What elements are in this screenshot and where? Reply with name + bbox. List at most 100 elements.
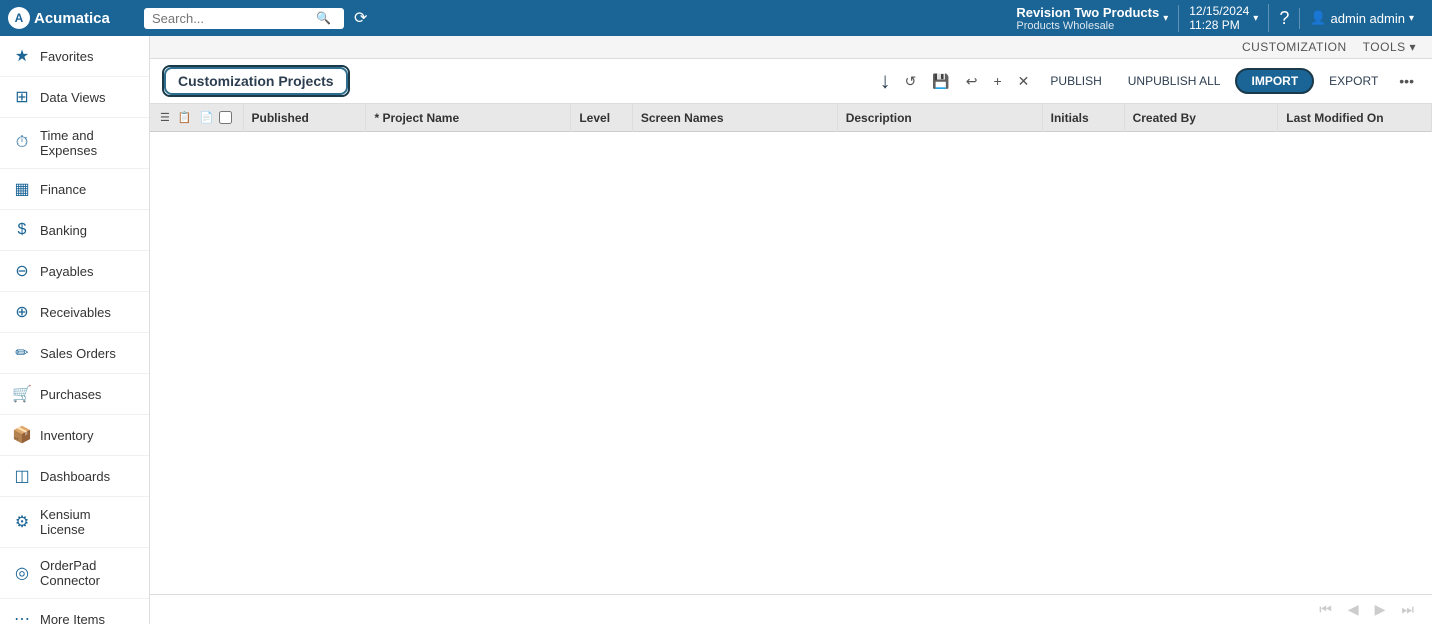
prev-page-button[interactable]: ◀ bbox=[1342, 599, 1365, 620]
unpublish-all-button[interactable]: UNPUBLISH ALL bbox=[1117, 69, 1232, 93]
refresh-button[interactable]: ↺ bbox=[899, 69, 923, 94]
customization-link[interactable]: CUSTOMIZATION bbox=[1242, 40, 1347, 54]
sidebar-label-kensium: Kensium License bbox=[40, 507, 137, 537]
import-indicator: ↓ bbox=[880, 68, 891, 94]
th-select-all-checkbox[interactable] bbox=[219, 111, 232, 124]
sidebar-label-payables: Payables bbox=[40, 264, 93, 279]
user-label: admin admin bbox=[1331, 11, 1405, 26]
th-note-icon[interactable]: 📋 bbox=[176, 110, 194, 125]
delete-button[interactable]: ✕ bbox=[1012, 69, 1036, 94]
sidebar-item-orderpad[interactable]: ◎ OrderPad Connector bbox=[0, 548, 149, 599]
sidebar-label-purchases: Purchases bbox=[40, 387, 101, 402]
search-bar[interactable]: 🔍 bbox=[144, 8, 344, 29]
import-button-wrapper: IMPORT bbox=[1235, 68, 1314, 94]
sidebar-item-inventory[interactable]: 📦 Inventory bbox=[0, 415, 149, 456]
th-project-name-label: * Project Name bbox=[374, 111, 459, 125]
sidebar-item-sales-orders[interactable]: ✏ Sales Orders bbox=[0, 333, 149, 374]
data-views-icon: ⊞ bbox=[12, 87, 32, 107]
page-toolbar: Customization Projects ↓ ↺ 💾 ↩ + ✕ PUBLI… bbox=[150, 59, 1432, 104]
search-input[interactable] bbox=[152, 11, 312, 26]
add-button[interactable]: + bbox=[987, 69, 1007, 93]
more-button[interactable]: ••• bbox=[1393, 69, 1420, 93]
company-selector[interactable]: Revision Two Products Products Wholesale… bbox=[1006, 5, 1179, 32]
th-project-name: * Project Name bbox=[366, 104, 571, 132]
sidebar-item-banking[interactable]: $ Banking bbox=[0, 210, 149, 251]
arrow-down-icon: ↓ bbox=[880, 68, 891, 94]
th-created-by-label: Created By bbox=[1133, 111, 1196, 125]
th-initials: Initials bbox=[1042, 104, 1124, 132]
th-screen-names-label: Screen Names bbox=[641, 111, 724, 125]
next-page-button[interactable]: ▶ bbox=[1369, 599, 1392, 620]
th-published: Published bbox=[243, 104, 366, 132]
sidebar-item-favorites[interactable]: ★ Favorites bbox=[0, 36, 149, 77]
dashboards-icon: ◫ bbox=[12, 466, 32, 486]
th-last-modified: Last Modified On bbox=[1278, 104, 1432, 132]
time-expenses-icon: ⏱ bbox=[12, 133, 32, 153]
sidebar-item-more-items[interactable]: ⋯ More Items bbox=[0, 599, 149, 624]
sidebar-item-kensium[interactable]: ⚙ Kensium License bbox=[0, 497, 149, 548]
sales-orders-icon: ✏ bbox=[12, 343, 32, 363]
help-button[interactable]: ? bbox=[1269, 8, 1300, 29]
sidebar-label-time-expenses: Time and Expenses bbox=[40, 128, 137, 158]
import-label: IMPORT bbox=[1251, 74, 1298, 88]
sidebar-item-data-views[interactable]: ⊞ Data Views bbox=[0, 77, 149, 118]
datetime-chevron-icon: ▾ bbox=[1253, 13, 1258, 24]
sidebar-label-orderpad: OrderPad Connector bbox=[40, 558, 137, 588]
export-label: EXPORT bbox=[1329, 74, 1378, 88]
banking-icon: $ bbox=[12, 220, 32, 240]
tools-link[interactable]: TOOLS ▾ bbox=[1363, 40, 1416, 54]
sidebar-item-receivables[interactable]: ⊕ Receivables bbox=[0, 292, 149, 333]
sidebar-item-dashboards[interactable]: ◫ Dashboards bbox=[0, 456, 149, 497]
th-created-by: Created By bbox=[1124, 104, 1278, 132]
th-level-label: Level bbox=[579, 111, 610, 125]
search-icon: 🔍 bbox=[316, 11, 331, 25]
table-header-row: ☰ 📋 📄 Published * Project Name Level bbox=[150, 104, 1432, 132]
sidebar-label-data-views: Data Views bbox=[40, 90, 106, 105]
sidebar-item-time-expenses[interactable]: ⏱ Time and Expenses bbox=[0, 118, 149, 169]
page-title: Customization Projects bbox=[164, 67, 348, 95]
undo-button[interactable]: ↩ bbox=[960, 69, 984, 94]
th-level: Level bbox=[571, 104, 632, 132]
receivables-icon: ⊕ bbox=[12, 302, 32, 322]
sidebar-label-receivables: Receivables bbox=[40, 305, 111, 320]
th-filter-icon[interactable]: ☰ bbox=[158, 110, 172, 125]
pagination-bar: ⏮ ◀ ▶ ⏭ bbox=[150, 594, 1432, 624]
th-description: Description bbox=[837, 104, 1042, 132]
page-title-highlight: Customization Projects bbox=[162, 65, 350, 97]
sidebar-label-banking: Banking bbox=[40, 223, 87, 238]
company-name: Revision Two Products bbox=[1016, 5, 1159, 20]
logo-area[interactable]: A Acumatica bbox=[8, 7, 138, 29]
inventory-icon: 📦 bbox=[12, 425, 32, 445]
nav-right: Revision Two Products Products Wholesale… bbox=[1006, 4, 1424, 32]
export-button[interactable]: EXPORT bbox=[1318, 69, 1389, 93]
favorites-icon: ★ bbox=[12, 46, 32, 66]
user-chevron-icon: ▾ bbox=[1409, 13, 1414, 24]
company-sub: Products Wholesale bbox=[1016, 20, 1159, 32]
top-nav: A Acumatica 🔍 ⟳ Revision Two Products Pr… bbox=[0, 0, 1432, 36]
sidebar-item-finance[interactable]: ▦ Finance bbox=[0, 169, 149, 210]
nav-date: 12/15/2024 bbox=[1189, 4, 1249, 18]
logo-text: Acumatica bbox=[34, 10, 110, 27]
th-last-modified-label: Last Modified On bbox=[1286, 111, 1383, 125]
sidebar-item-purchases[interactable]: 🛒 Purchases bbox=[0, 374, 149, 415]
company-chevron-icon: ▾ bbox=[1163, 13, 1168, 24]
user-icon: 👤 bbox=[1310, 10, 1326, 26]
publish-button[interactable]: PUBLISH bbox=[1039, 69, 1112, 93]
first-page-button[interactable]: ⏮ bbox=[1313, 599, 1338, 620]
save-button[interactable]: 💾 bbox=[926, 69, 955, 94]
page-title-area: Customization Projects bbox=[162, 65, 350, 97]
finance-icon: ▦ bbox=[12, 179, 32, 199]
th-initials-label: Initials bbox=[1051, 111, 1089, 125]
unpublish-all-label: UNPUBLISH ALL bbox=[1128, 74, 1221, 88]
sidebar: ★ Favorites ⊞ Data Views ⏱ Time and Expe… bbox=[0, 36, 150, 624]
last-page-button[interactable]: ⏭ bbox=[1395, 599, 1420, 620]
import-button[interactable]: IMPORT bbox=[1235, 68, 1314, 94]
table-container: ☰ 📋 📄 Published * Project Name Level bbox=[150, 104, 1432, 594]
user-menu[interactable]: 👤 admin admin ▾ bbox=[1300, 10, 1424, 26]
th-copy-icon[interactable]: 📄 bbox=[198, 110, 216, 125]
th-published-label: Published bbox=[252, 111, 309, 125]
history-button[interactable]: ⟳ bbox=[350, 4, 371, 32]
sidebar-item-payables[interactable]: ⊖ Payables bbox=[0, 251, 149, 292]
datetime-selector[interactable]: 12/15/2024 11:28 PM ▾ bbox=[1179, 4, 1269, 32]
toolbar-actions: ↺ 💾 ↩ + ✕ PUBLISH UNPUBLISH ALL IMPORT E… bbox=[899, 68, 1420, 94]
